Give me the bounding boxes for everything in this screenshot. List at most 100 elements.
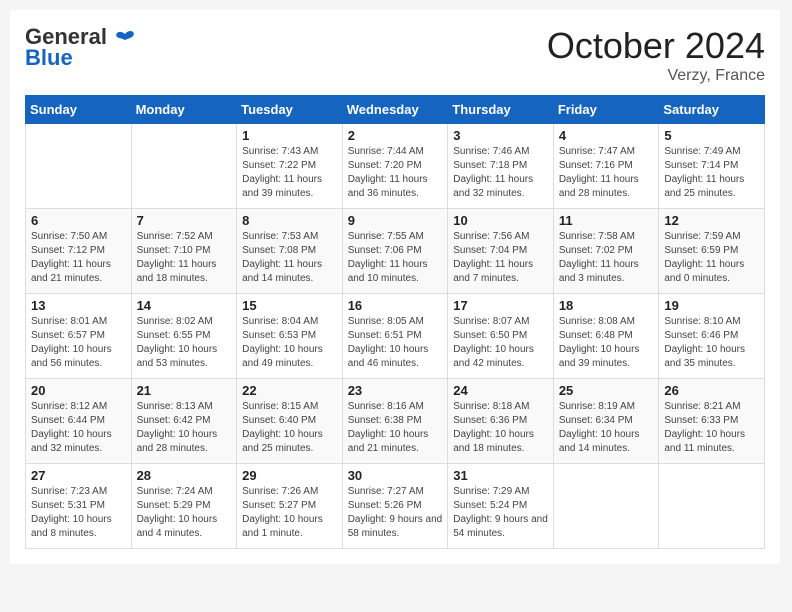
calendar-cell [553,464,659,549]
day-info: Sunrise: 7:46 AMSunset: 7:18 PMDaylight:… [453,145,548,201]
logo-bird-icon [115,30,135,46]
day-info: Sunrise: 8:15 AMSunset: 6:40 PMDaylight:… [242,400,337,456]
calendar-cell: 29Sunrise: 7:26 AMSunset: 5:27 PMDayligh… [237,464,343,549]
weekday-header-row: SundayMondayTuesdayWednesdayThursdayFrid… [26,96,765,124]
day-number: 11 [559,213,654,228]
calendar-cell: 6 Sunrise: 7:50 AMSunset: 7:12 PMDaylight… [26,209,132,294]
day-number: 30 [348,468,443,483]
weekday-header: Monday [131,96,237,124]
day-number: 26 [664,383,759,398]
calendar-week-row: 1 Sunrise: 7:43 AMSunset: 7:22 PMDaylight… [26,124,765,209]
calendar-cell: 11 Sunrise: 7:58 AMSunset: 7:02 PMDayligh… [553,209,659,294]
day-number: 7 [137,213,232,228]
day-number: 24 [453,383,548,398]
day-number: 28 [137,468,232,483]
calendar-cell: 24Sunrise: 8:18 AMSunset: 6:36 PMDayligh… [448,379,554,464]
day-number: 27 [31,468,126,483]
calendar-cell: 13Sunrise: 8:01 AMSunset: 6:57 PMDayligh… [26,294,132,379]
calendar-week-row: 13Sunrise: 8:01 AMSunset: 6:57 PMDayligh… [26,294,765,379]
day-number: 20 [31,383,126,398]
calendar-cell: 26 Sunrise: 8:21 AMSunset: 6:33 PMDayligh… [659,379,765,464]
day-info: Sunrise: 8:13 AMSunset: 6:42 PMDaylight:… [137,400,232,456]
title-section: October 2024 Verzy, France [547,25,765,85]
weekday-header: Saturday [659,96,765,124]
calendar-cell [131,124,237,209]
calendar-cell: 20 Sunrise: 8:12 AMSunset: 6:44 PMDayligh… [26,379,132,464]
day-number: 4 [559,128,654,143]
day-info: Sunrise: 8:02 AMSunset: 6:55 PMDaylight:… [137,315,232,371]
calendar-cell: 17 Sunrise: 8:07 AMSunset: 6:50 PMDayligh… [448,294,554,379]
calendar-cell: 18 Sunrise: 8:08 AMSunset: 6:48 PMDayligh… [553,294,659,379]
day-number: 2 [348,128,443,143]
calendar-cell: 12Sunrise: 7:59 AMSunset: 6:59 PMDayligh… [659,209,765,294]
calendar-cell: 8 Sunrise: 7:53 AMSunset: 7:08 PMDaylight… [237,209,343,294]
calendar-cell: 28 Sunrise: 7:24 AMSunset: 5:29 PMDayligh… [131,464,237,549]
day-number: 22 [242,383,337,398]
logo: General Blue [25,25,135,71]
calendar-cell: 14 Sunrise: 8:02 AMSunset: 6:55 PMDayligh… [131,294,237,379]
day-number: 21 [137,383,232,398]
weekday-header: Tuesday [237,96,343,124]
day-info: Sunrise: 7:56 AMSunset: 7:04 PMDaylight:… [453,230,548,286]
day-info: Sunrise: 8:16 AMSunset: 6:38 PMDaylight:… [348,400,443,456]
calendar-cell: 21 Sunrise: 8:13 AMSunset: 6:42 PMDayligh… [131,379,237,464]
day-number: 14 [137,298,232,313]
day-info: Sunrise: 7:24 AMSunset: 5:29 PMDaylight:… [137,485,232,541]
weekday-header: Wednesday [342,96,448,124]
day-number: 23 [348,383,443,398]
day-info: Sunrise: 7:53 AMSunset: 7:08 PMDaylight:… [242,230,337,286]
day-number: 5 [664,128,759,143]
day-number: 29 [242,468,337,483]
calendar-cell: 22 Sunrise: 8:15 AMSunset: 6:40 PMDayligh… [237,379,343,464]
day-number: 31 [453,468,548,483]
calendar-cell [26,124,132,209]
logo-blue-text: Blue [25,45,73,71]
day-info: Sunrise: 8:21 AMSunset: 6:33 PMDaylight:… [664,400,759,456]
calendar-container: General Blue October 2024 Verzy, France … [10,10,780,564]
day-info: Sunrise: 7:27 AMSunset: 5:26 PMDaylight:… [348,485,443,541]
day-info: Sunrise: 7:49 AMSunset: 7:14 PMDaylight:… [664,145,759,201]
day-info: Sunrise: 7:44 AMSunset: 7:20 PMDaylight:… [348,145,443,201]
day-number: 19 [664,298,759,313]
calendar-cell: 1 Sunrise: 7:43 AMSunset: 7:22 PMDaylight… [237,124,343,209]
calendar-cell: 27Sunrise: 7:23 AMSunset: 5:31 PMDayligh… [26,464,132,549]
day-info: Sunrise: 7:59 AMSunset: 6:59 PMDaylight:… [664,230,759,286]
day-number: 3 [453,128,548,143]
calendar-cell: 25Sunrise: 8:19 AMSunset: 6:34 PMDayligh… [553,379,659,464]
weekday-header: Thursday [448,96,554,124]
day-info: Sunrise: 7:43 AMSunset: 7:22 PMDaylight:… [242,145,337,201]
day-info: Sunrise: 8:08 AMSunset: 6:48 PMDaylight:… [559,315,654,371]
day-info: Sunrise: 8:19 AMSunset: 6:34 PMDaylight:… [559,400,654,456]
calendar-cell: 4Sunrise: 7:47 AMSunset: 7:16 PMDaylight… [553,124,659,209]
day-info: Sunrise: 8:04 AMSunset: 6:53 PMDaylight:… [242,315,337,371]
day-number: 9 [348,213,443,228]
day-number: 16 [348,298,443,313]
day-info: Sunrise: 8:10 AMSunset: 6:46 PMDaylight:… [664,315,759,371]
day-number: 8 [242,213,337,228]
day-number: 18 [559,298,654,313]
day-info: Sunrise: 7:58 AMSunset: 7:02 PMDaylight:… [559,230,654,286]
calendar-cell: 9Sunrise: 7:55 AMSunset: 7:06 PMDaylight… [342,209,448,294]
day-number: 13 [31,298,126,313]
day-info: Sunrise: 7:50 AMSunset: 7:12 PMDaylight:… [31,230,126,286]
calendar-cell: 3 Sunrise: 7:46 AMSunset: 7:18 PMDaylight… [448,124,554,209]
calendar-cell: 15Sunrise: 8:04 AMSunset: 6:53 PMDayligh… [237,294,343,379]
calendar-cell: 2 Sunrise: 7:44 AMSunset: 7:20 PMDaylight… [342,124,448,209]
day-info: Sunrise: 7:29 AMSunset: 5:24 PMDaylight:… [453,485,548,541]
calendar-week-row: 6 Sunrise: 7:50 AMSunset: 7:12 PMDaylight… [26,209,765,294]
calendar-week-row: 27Sunrise: 7:23 AMSunset: 5:31 PMDayligh… [26,464,765,549]
calendar-cell: 30 Sunrise: 7:27 AMSunset: 5:26 PMDayligh… [342,464,448,549]
day-number: 6 [31,213,126,228]
day-number: 17 [453,298,548,313]
calendar-cell: 23 Sunrise: 8:16 AMSunset: 6:38 PMDayligh… [342,379,448,464]
calendar-cell: 16 Sunrise: 8:05 AMSunset: 6:51 PMDayligh… [342,294,448,379]
location: Verzy, France [547,67,765,85]
day-number: 1 [242,128,337,143]
calendar-cell: 19 Sunrise: 8:10 AMSunset: 6:46 PMDayligh… [659,294,765,379]
day-number: 10 [453,213,548,228]
day-info: Sunrise: 8:05 AMSunset: 6:51 PMDaylight:… [348,315,443,371]
day-info: Sunrise: 8:12 AMSunset: 6:44 PMDaylight:… [31,400,126,456]
weekday-header: Friday [553,96,659,124]
calendar-table: SundayMondayTuesdayWednesdayThursdayFrid… [25,95,765,549]
day-info: Sunrise: 8:07 AMSunset: 6:50 PMDaylight:… [453,315,548,371]
